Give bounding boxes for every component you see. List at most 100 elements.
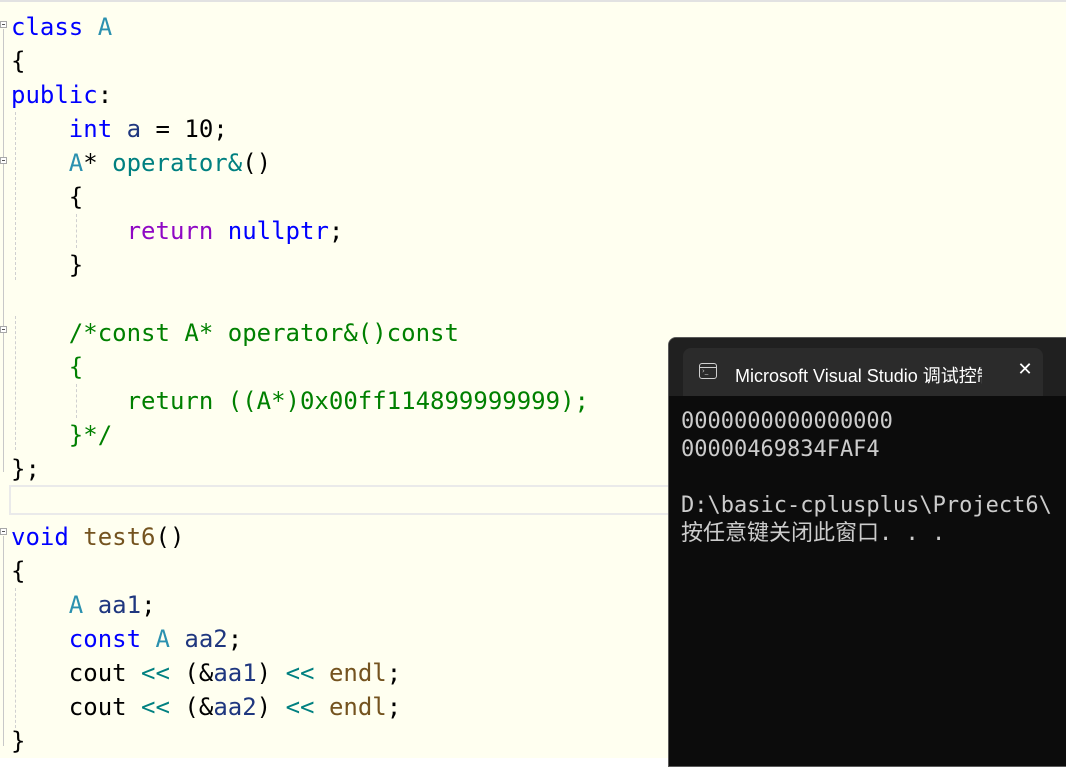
- code-token: (): [155, 523, 185, 551]
- code-token: }: [11, 251, 84, 279]
- code-line[interactable]: }*/: [11, 418, 112, 452]
- code-token: int: [68, 115, 113, 143]
- code-line[interactable]: cout << (&aa1) << endl;: [11, 656, 401, 690]
- fold-line: [3, 536, 4, 746]
- collapse-class-icon[interactable]: [0, 21, 7, 28]
- code-token: return: [126, 217, 214, 245]
- code-token: return ((A*)0x00ff114899999999);: [11, 387, 589, 415]
- code-token: public: [11, 81, 98, 109]
- code-token: ): [256, 659, 286, 687]
- editor-gutter: [0, 0, 9, 758]
- code-token: A: [68, 591, 84, 619]
- code-token: (&: [169, 659, 214, 687]
- code-line[interactable]: {: [11, 180, 83, 214]
- code-token: test6: [83, 523, 156, 551]
- code-token: <<: [285, 693, 315, 721]
- code-line[interactable]: int a = 10;: [11, 112, 228, 146]
- code-token: A: [97, 13, 113, 41]
- code-line[interactable]: return ((A*)0x00ff114899999999);: [11, 384, 589, 418]
- code-token: cout: [11, 693, 142, 721]
- code-line[interactable]: void test6(): [11, 520, 184, 554]
- code-token: }: [11, 727, 26, 755]
- code-token: A: [68, 149, 84, 177]
- console-tab-title: Microsoft Visual Studio 调试控制台: [735, 366, 982, 386]
- code-token: aa2: [184, 625, 228, 653]
- code-token: <<: [141, 659, 170, 687]
- code-token: ): [256, 693, 286, 721]
- code-line[interactable]: {: [11, 44, 25, 78]
- code-token: endl: [328, 659, 387, 687]
- code-token: class: [11, 13, 84, 41]
- code-line[interactable]: A aa1;: [11, 588, 156, 622]
- code-token: ;: [386, 659, 402, 687]
- code-token: a: [126, 115, 142, 143]
- code-line[interactable]: {: [11, 350, 83, 384]
- code-line[interactable]: class A: [11, 10, 112, 44]
- code-token: {: [11, 183, 84, 211]
- code-token: const: [68, 625, 142, 653]
- code-token: {: [11, 557, 26, 585]
- code-token: /*const A* operator&()const: [68, 319, 459, 347]
- code-token: }*/: [11, 421, 113, 449]
- terminal-icon: [699, 363, 717, 379]
- code-token: aa1: [97, 591, 142, 619]
- code-line[interactable]: {: [11, 554, 25, 588]
- code-line[interactable]: }: [11, 724, 25, 758]
- code-token: (&: [169, 693, 214, 721]
- close-icon[interactable]: ✕: [1013, 358, 1037, 382]
- code-token: void: [11, 523, 69, 551]
- fold-line: [3, 29, 4, 472]
- code-token: :: [97, 81, 113, 109]
- code-token: nullptr: [227, 217, 329, 245]
- console-tab[interactable]: Microsoft Visual Studio 调试控制台 ✕: [683, 348, 1043, 396]
- code-token: <<: [285, 659, 315, 687]
- code-token: aa1: [213, 659, 257, 687]
- code-line[interactable]: return nullptr;: [11, 214, 344, 248]
- code-token: {: [11, 47, 26, 75]
- code-token: ;: [227, 625, 243, 653]
- collapse-operator-icon[interactable]: [0, 157, 7, 164]
- collapse-comment-icon[interactable]: [0, 326, 7, 333]
- code-line[interactable]: cout << (&aa2) << endl;: [11, 690, 401, 724]
- code-token: endl: [328, 693, 387, 721]
- console-output: 0000000000000000 00000469834FAF4 D:\basi…: [681, 409, 1052, 546]
- code-token: <<: [141, 693, 170, 721]
- code-line[interactable]: /*const A* operator&()const: [11, 316, 459, 350]
- code-line[interactable]: };: [11, 452, 40, 486]
- code-token: operator&: [112, 149, 243, 177]
- current-line-highlight: [9, 485, 689, 515]
- code-token: (): [242, 149, 272, 177]
- code-token: *: [83, 149, 113, 177]
- code-token: {: [11, 353, 84, 381]
- code-token: ;: [386, 693, 402, 721]
- code-token: aa2: [213, 693, 257, 721]
- code-token: A: [155, 625, 170, 653]
- console-titlebar[interactable]: Microsoft Visual Studio 调试控制台 ✕: [669, 338, 1066, 396]
- code-line[interactable]: public:: [11, 78, 112, 112]
- code-line[interactable]: A* operator&(): [11, 146, 271, 180]
- code-token: cout: [11, 659, 142, 687]
- code-token: = 10;: [141, 115, 228, 143]
- code-line[interactable]: }: [11, 248, 83, 282]
- collapse-function-icon[interactable]: [0, 528, 7, 535]
- debug-console-window[interactable]: Microsoft Visual Studio 调试控制台 ✕ 00000000…: [668, 337, 1066, 767]
- code-token: ;: [328, 217, 344, 245]
- code-line[interactable]: const A aa2;: [11, 622, 242, 656]
- code-token: ;: [141, 591, 156, 619]
- editor-top-border: [0, 0, 1066, 2]
